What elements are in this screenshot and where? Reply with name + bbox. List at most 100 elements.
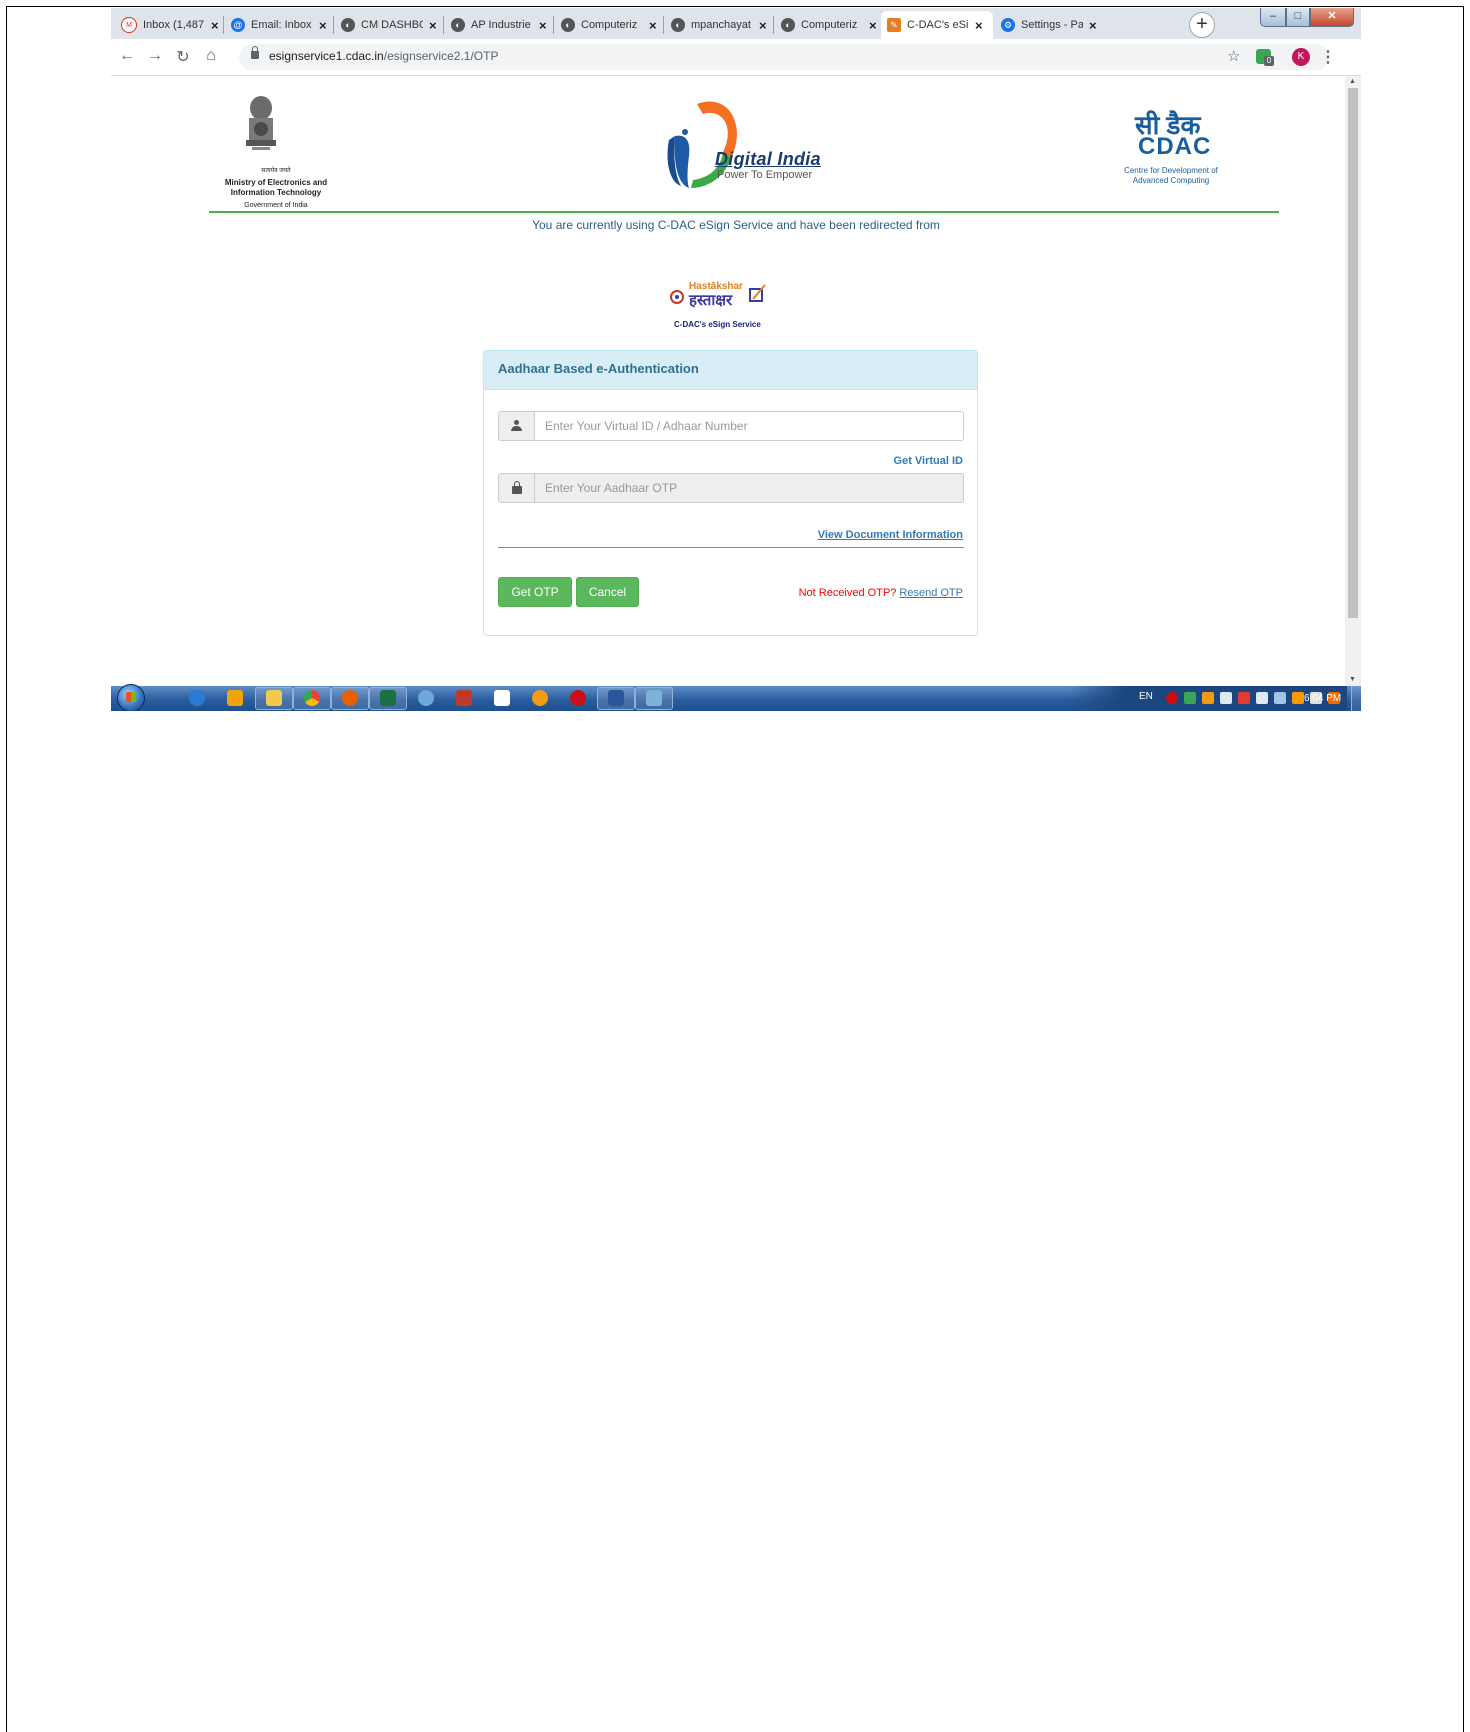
tab-email[interactable]: @ Email: Inbox × <box>225 13 332 37</box>
reload-icon[interactable]: ↻ <box>173 47 193 67</box>
lock-icon <box>251 46 259 59</box>
close-icon[interactable]: × <box>869 18 877 33</box>
network-tray-icon[interactable] <box>1256 692 1268 704</box>
header-divider <box>209 211 1279 213</box>
globe-icon: ◐ <box>341 18 355 32</box>
tab-title: Computeriz <box>801 19 858 31</box>
cancel-button[interactable]: Cancel <box>576 577 639 607</box>
get-otp-button[interactable]: Get OTP <box>498 577 572 607</box>
settings-icon: ⚙ <box>1001 18 1015 32</box>
scroll-up-icon[interactable]: ▲ <box>1349 78 1356 85</box>
maximize-button[interactable]: □ <box>1286 8 1310 27</box>
tab-title: CM DASHBO <box>361 19 423 31</box>
user-icon <box>498 411 534 441</box>
app-tray-icon[interactable] <box>1202 692 1214 704</box>
app-icon[interactable] <box>532 690 548 706</box>
close-icon[interactable]: × <box>319 18 327 33</box>
network-icon[interactable] <box>418 690 434 706</box>
opera-icon[interactable] <box>570 690 586 706</box>
close-icon[interactable]: × <box>539 18 547 33</box>
volume-icon[interactable] <box>1220 692 1232 704</box>
language-indicator[interactable]: EN <box>1139 691 1153 702</box>
digital-india-logo-icon <box>667 101 737 188</box>
ministry-line: Ministry of Electronics and <box>224 178 328 187</box>
display-tray-icon[interactable] <box>1274 692 1286 704</box>
window-controls: – □ ✕ <box>1260 8 1354 27</box>
view-document-link[interactable]: View Document Information <box>818 529 963 541</box>
menu-dots-icon[interactable]: ⋮ <box>1320 47 1336 67</box>
url-path: /esignservice2.1/OTP <box>383 49 499 63</box>
tab-cdac-esign[interactable]: ✎ C-DAC's eSi × <box>881 11 993 39</box>
profile-avatar[interactable]: K <box>1292 48 1310 66</box>
get-virtual-id-link[interactable]: Get Virtual ID <box>894 455 963 467</box>
cdac-subtitle-line: Advanced Computing <box>1132 176 1210 185</box>
close-icon[interactable]: × <box>759 18 767 33</box>
scroll-thumb[interactable] <box>1348 88 1358 618</box>
cdac-subtitle-line: Centre for Development of <box>1124 166 1218 175</box>
show-desktop-button[interactable] <box>1351 686 1361 711</box>
globe-icon: ◐ <box>451 18 465 32</box>
tab-separator <box>443 16 444 34</box>
notepad-icon[interactable] <box>494 690 510 706</box>
pdf-icon[interactable] <box>456 690 472 706</box>
back-icon[interactable]: ← <box>117 47 137 65</box>
tab-strip: M Inbox (1,487 × @ Email: Inbox × ◐ CM D… <box>111 8 1361 39</box>
internet-explorer-icon[interactable] <box>189 690 205 706</box>
security-tray-icon[interactable] <box>1184 692 1196 704</box>
close-icon[interactable]: × <box>211 18 219 33</box>
window-icon <box>646 690 662 706</box>
close-icon[interactable]: × <box>1089 18 1097 33</box>
opera-tray-icon[interactable] <box>1166 692 1178 704</box>
tab-separator <box>223 16 224 34</box>
media-player-icon[interactable] <box>227 690 243 706</box>
close-window-button[interactable]: ✕ <box>1310 8 1354 27</box>
virtual-id-input[interactable] <box>534 411 964 441</box>
firefox-icon <box>342 690 358 706</box>
scroll-down-icon[interactable]: ▼ <box>1349 676 1356 683</box>
tab-separator <box>553 16 554 34</box>
national-emblem-icon <box>246 96 276 150</box>
tab-separator <box>333 16 334 34</box>
tab-gmail[interactable]: M Inbox (1,487 × <box>115 13 222 37</box>
resend-otp-link[interactable]: Resend OTP <box>899 587 963 599</box>
tab-title: Settings - Pa <box>1021 19 1083 31</box>
address-bar[interactable]: esignservice1.cdac.in/esignservice2.1/OT… <box>239 44 1329 70</box>
ministry-text: सत्यमेव जयते Ministry of Electronics and… <box>211 166 341 211</box>
word-icon <box>608 690 624 706</box>
resend-otp-row: Not Received OTP? Resend OTP <box>799 587 963 599</box>
hastakshar-subtitle: C-DAC's eSign Service <box>674 320 761 329</box>
ministry-line: Information Technology <box>230 188 322 197</box>
tab-mpanchayat[interactable]: ◐ mpanchayat × <box>665 13 772 37</box>
panel-divider <box>498 547 964 548</box>
tab-cm-dashboard[interactable]: ◐ CM DASHBO × <box>335 13 442 37</box>
tab-computerized-2[interactable]: ◐ Computeriz × <box>775 13 882 37</box>
excel-icon <box>380 690 396 706</box>
email-icon: @ <box>231 18 245 32</box>
vertical-scrollbar[interactable]: ▲ ▼ <box>1345 76 1361 686</box>
cdac-english-logo: CDAC <box>1138 133 1212 160</box>
tab-separator <box>773 16 774 34</box>
tab-ap-industries[interactable]: ◐ AP Industrie × <box>445 13 552 37</box>
otp-group <box>498 473 964 503</box>
minimize-button[interactable]: – <box>1260 8 1286 27</box>
tool-tray-icon[interactable] <box>1292 692 1304 704</box>
tab-settings[interactable]: ⚙ Settings - Pa × <box>995 13 1102 37</box>
virtual-id-group <box>498 411 964 441</box>
close-icon[interactable]: × <box>649 18 657 33</box>
new-tab-button[interactable]: + <box>1189 12 1215 38</box>
auth-panel-title: Aadhaar Based e-Authentication <box>484 351 977 390</box>
antivirus-tray-icon[interactable] <box>1238 692 1250 704</box>
otp-input[interactable] <box>534 473 964 503</box>
tab-title: C-DAC's eSi <box>907 19 969 31</box>
home-icon[interactable]: ⌂ <box>201 47 221 65</box>
auth-panel: Aadhaar Based e-Authentication Get Virtu… <box>483 350 978 636</box>
start-button[interactable] <box>117 684 145 711</box>
forward-icon[interactable]: → <box>145 47 165 65</box>
tab-title: mpanchayat <box>691 19 751 31</box>
globe-icon: ◐ <box>781 18 795 32</box>
taskbar-clock[interactable]: 6:04 PM <box>1304 693 1341 704</box>
close-icon[interactable]: × <box>429 18 437 33</box>
close-icon[interactable]: × <box>975 18 983 33</box>
tab-computerized-1[interactable]: ◐ Computeriz × <box>555 13 662 37</box>
bookmark-star-icon[interactable]: ☆ <box>1227 47 1240 65</box>
